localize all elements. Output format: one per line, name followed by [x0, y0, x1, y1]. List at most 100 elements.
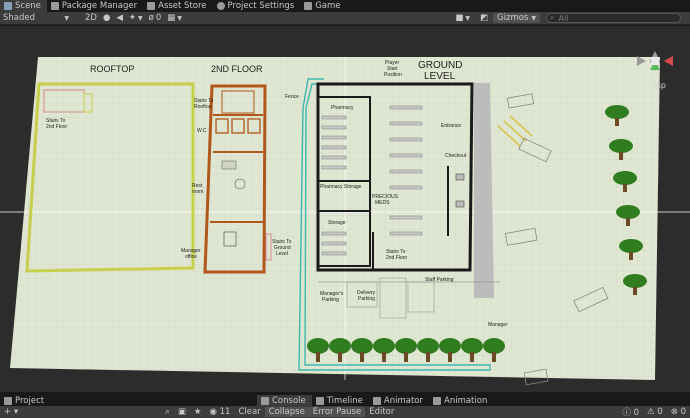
tab-game[interactable]: Game	[300, 0, 346, 12]
stairs-ground-label: Level	[276, 251, 288, 257]
lock-icon[interactable]: ▣	[174, 407, 190, 417]
scene-canvas[interactable]: ROOFTOP Stairs To 2nd Floor 2ND FLOOR St…	[0, 26, 690, 392]
warning-filter[interactable]: ⚠ 0	[643, 407, 667, 417]
rooftop-title: ROOFTOP	[90, 64, 134, 74]
shading-mode-dropdown[interactable]: Shaded ▼	[0, 13, 72, 24]
chevron-down-icon: ▼	[138, 14, 143, 22]
camera-settings-button[interactable]: ■ ▼	[452, 13, 473, 24]
scene-viewport[interactable]: ROOFTOP Stairs To 2nd Floor 2ND FLOOR St…	[0, 26, 690, 392]
error-pause-button[interactable]: Error Pause	[308, 407, 366, 417]
precious-meds-label: MEDS	[375, 200, 390, 206]
tools-icon: ◩	[480, 13, 489, 23]
pharmacy-shelf	[321, 125, 347, 130]
scene-search-input[interactable]: ⌕ All	[546, 13, 681, 23]
tab-scene[interactable]: Scene	[0, 0, 47, 12]
effects-dropdown[interactable]: ✦ ▼	[126, 13, 146, 24]
storage-shelf	[321, 241, 347, 246]
editor-dropdown[interactable]: Editor	[365, 407, 398, 417]
pharmacy-label: Pharmacy	[331, 105, 354, 111]
scene-toolbar: Shaded ▼ 2D ● ◀ ✦ ▼ ø 0 ▦ ▼ ■ ▼ ◩ Gizmos ▼ …	[0, 12, 690, 25]
delivery-parking-label: Parking	[358, 296, 375, 302]
gear-icon	[216, 2, 225, 10]
eye-icon: ◉	[209, 407, 217, 417]
wc-label: W.C	[197, 128, 207, 134]
bottom-tab-bar: Project Console Timeline Animator Animat…	[0, 394, 690, 407]
package-icon	[50, 2, 59, 10]
manager-office-label: office	[185, 254, 197, 260]
gizmos-dropdown[interactable]: Gizmos ▼	[493, 13, 540, 23]
gamepad-icon	[304, 2, 313, 10]
console-count: ◉ 11	[205, 407, 234, 417]
ground-title: GROUND	[418, 60, 462, 71]
camera-icon: ■	[455, 13, 464, 23]
tab-animation[interactable]: Animation	[429, 395, 493, 407]
error-count: 0	[680, 407, 686, 417]
gizmo-projection-label[interactable]: rsp	[653, 81, 666, 90]
player-start-label: Position	[384, 72, 402, 78]
console-count-value: 11	[219, 407, 231, 417]
grid-icon: ▦	[167, 13, 176, 23]
storage-shelf	[321, 231, 347, 236]
warning-count: 0	[657, 407, 663, 417]
tab-project[interactable]: Project	[0, 395, 257, 407]
gizmos-label: Gizmos	[497, 13, 529, 23]
fence-label: Fence	[285, 94, 299, 100]
staff-parking-label: Staff Parking	[425, 277, 454, 283]
audio-toggle[interactable]: ◀	[113, 13, 126, 24]
aisle-shelf	[389, 215, 423, 220]
tab-label: Animation	[444, 395, 488, 406]
tab-asset-store[interactable]: Asset Store	[143, 0, 212, 12]
aisle-shelf	[389, 169, 423, 174]
tab-label: Project	[15, 395, 45, 406]
pharmacy-shelf	[321, 145, 347, 150]
console-icon	[261, 396, 269, 405]
store-icon	[147, 2, 156, 10]
manager-npc-label: Manager	[488, 322, 508, 328]
effects-icon: ✦	[128, 13, 137, 23]
tab-animator[interactable]: Animator	[369, 395, 429, 407]
hidden-count: 0	[155, 13, 162, 23]
toggle-2d-button[interactable]: 2D	[82, 13, 100, 24]
stairs-2nd-label: 2nd Floor	[386, 255, 407, 261]
aisle-shelf	[389, 231, 423, 236]
tools-toggle[interactable]: ◩	[477, 13, 491, 24]
add-button[interactable]: + ▾	[0, 407, 22, 417]
animator-icon	[372, 396, 381, 405]
pharmacy-shelf	[321, 135, 347, 140]
mode-2d-label: 2D	[85, 13, 97, 23]
lighting-toggle[interactable]: ●	[100, 13, 113, 24]
chevron-down-icon: ▼	[64, 14, 69, 22]
pharmacy-shelf	[321, 115, 347, 120]
error-filter[interactable]: ⊗ 0	[667, 407, 690, 417]
shading-mode-label: Shaded	[3, 13, 36, 23]
pharmacy-shelf	[321, 155, 347, 160]
search-icon[interactable]: ⌕	[161, 407, 174, 417]
tab-timeline[interactable]: Timeline	[312, 395, 369, 407]
storage-label: Storage	[328, 220, 346, 226]
tab-project-settings[interactable]: Project Settings	[213, 0, 301, 12]
star-icon[interactable]: ★	[190, 407, 206, 417]
collapse-button[interactable]: Collapse	[264, 407, 309, 417]
tab-package-manager[interactable]: Package Manager	[47, 0, 143, 12]
grid-toggle[interactable]: ▦ ▼	[164, 13, 185, 24]
tab-label: Package Manager	[61, 1, 138, 11]
speaker-icon: ◀	[116, 13, 123, 23]
checkout-label: Checkout	[445, 153, 467, 159]
chevron-down-icon: ▼	[465, 14, 471, 22]
second-floor-title: 2ND FLOOR	[211, 64, 263, 74]
hidden-objects-toggle[interactable]: ø 0	[146, 13, 165, 24]
clear-button[interactable]: Clear	[234, 407, 264, 417]
stairs-roof-label: Rooftop	[194, 104, 212, 110]
animation-icon	[433, 396, 441, 405]
pharmacy-storage-label: Pharmacy Storage	[320, 184, 362, 190]
aisle-shelf	[389, 185, 423, 190]
tab-console[interactable]: Console	[257, 394, 312, 407]
tab-label: Console	[272, 395, 306, 406]
aisle-shelf	[389, 153, 423, 158]
managers-parking-label: Parking	[322, 297, 339, 303]
log-filter[interactable]: ⓘ 0	[618, 406, 643, 418]
checkout-register	[455, 173, 465, 181]
eye-slash-icon: ø	[148, 13, 154, 23]
chevron-down-icon: ▼	[531, 14, 536, 22]
scene-icon	[4, 2, 12, 10]
